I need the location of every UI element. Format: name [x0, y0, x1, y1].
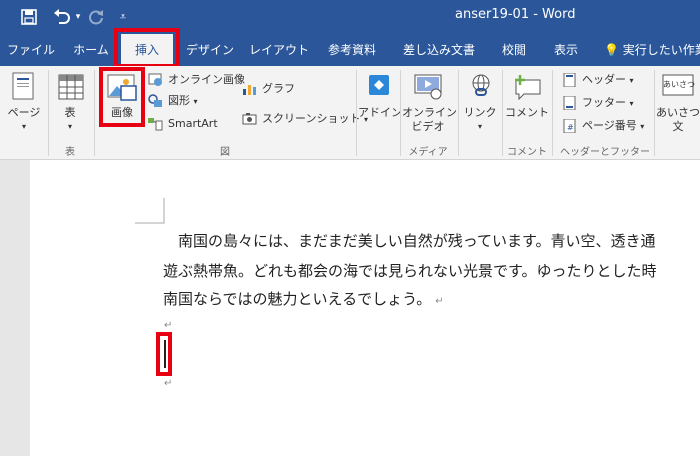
table-icon[interactable] [58, 74, 84, 104]
pages-icon[interactable] [12, 72, 34, 104]
undo-dropdown-icon[interactable]: ▾ [72, 6, 84, 28]
addin-icon[interactable] [368, 74, 390, 100]
greeting-label-1[interactable]: あいさつ [656, 106, 700, 120]
footer-label: フッター [582, 96, 626, 109]
document-line-1[interactable]: 南国の島々には、まだまだ美しい自然が残っています。青い空、透き通 [163, 230, 655, 251]
document-area[interactable]: 南国の島々には、まだまだ美しい自然が残っています。青い空、透き通 遊ぶ熱帯魚。ど… [0, 160, 700, 456]
tab-design[interactable]: デザイン [180, 34, 240, 66]
footer-icon [563, 96, 576, 110]
paragraph-mark: ↵ [164, 378, 173, 389]
online-picture-label: オンライン画像 [168, 73, 245, 86]
link-dropdown-icon[interactable]: ▾ [460, 120, 500, 134]
group-label-table: 表 [65, 147, 75, 158]
margin-corner-mark [135, 198, 165, 224]
separator [48, 70, 49, 156]
document-line-3-text: 南国ならではの魅力といえるでしょう。 [163, 290, 432, 308]
greeting-label-2[interactable]: 文 [656, 120, 700, 134]
chart-icon [243, 85, 256, 95]
separator [502, 70, 503, 156]
group-label-comments: コメント [507, 147, 547, 158]
tab-file[interactable]: ファイル [6, 34, 56, 66]
separator [458, 70, 459, 156]
greeting-icon-text: あいさつ [663, 80, 695, 89]
online-video-label-2[interactable]: ビデオ [402, 120, 454, 134]
tab-home[interactable]: ホーム [66, 34, 116, 66]
online-video-label-1[interactable]: オンライン [402, 106, 457, 120]
smartart-label: SmartArt [168, 117, 218, 130]
tab-view[interactable]: 表示 [546, 34, 586, 66]
link-icon[interactable] [470, 74, 492, 102]
separator [356, 70, 357, 156]
tab-insert[interactable]: 挿入 [121, 34, 173, 66]
page-number-dropdown-icon: ▾ [640, 122, 645, 131]
comment-button[interactable]: コメント [504, 106, 550, 120]
comment-icon[interactable] [512, 74, 542, 104]
screenshot-icon [242, 113, 257, 125]
screenshot-button[interactable]: スクリーンショット ▾ [242, 110, 368, 128]
redo-icon[interactable] [86, 6, 106, 28]
table-button[interactable]: 表 [52, 106, 88, 120]
group-label-illustrations: 図 [220, 147, 230, 158]
separator [94, 70, 95, 156]
online-picture-icon [148, 73, 162, 86]
picture-icon[interactable] [107, 74, 137, 106]
addin-button[interactable]: アドイン [358, 106, 402, 120]
tab-references[interactable]: 参考資料 [320, 34, 384, 66]
paragraph-mark: ↵ [164, 320, 173, 331]
page-number-icon: # [563, 119, 576, 133]
table-dropdown-icon[interactable]: ▾ [52, 120, 88, 134]
pages-button[interactable]: ページ [4, 106, 44, 120]
shapes-icon [148, 94, 162, 107]
footer-button[interactable]: フッター ▾ [562, 94, 634, 112]
smartart-icon [148, 118, 163, 131]
separator [654, 70, 655, 156]
undo-icon[interactable] [50, 6, 74, 28]
customize-qat-icon[interactable]: ⩡ [116, 6, 130, 28]
window-title: anser19-01 - Word [455, 7, 576, 22]
group-label-media: メディア [408, 147, 448, 158]
shapes-label: 図形 [168, 94, 190, 107]
header-dropdown-icon: ▾ [629, 76, 634, 85]
tab-review[interactable]: 校閲 [494, 34, 534, 66]
header-button[interactable]: ヘッダー ▾ [562, 71, 634, 89]
tab-mailings[interactable]: 差し込み文書 [394, 34, 484, 66]
ribbon-insert: ページ ▾ 表 ▾ 表 画像 オンライン画像 図形 ▾ SmartArt グラフ… [0, 66, 700, 160]
smartart-button[interactable]: SmartArt [148, 115, 218, 133]
ribbon-tabs: ファイル ホーム 挿入 デザイン レイアウト 参考資料 差し込み文書 校閲 表示… [0, 34, 700, 66]
tell-me-label: 実行したい作業 [622, 43, 700, 57]
online-video-icon[interactable] [414, 74, 442, 104]
document-line-3[interactable]: 南国ならではの魅力といえるでしょう。 ↵ [163, 288, 444, 309]
tab-layout[interactable]: レイアウト [246, 34, 312, 66]
paragraph-mark: ↵ [435, 296, 444, 307]
header-icon [563, 73, 576, 87]
online-picture-button[interactable]: オンライン画像 [148, 71, 245, 89]
tell-me-box[interactable]: 💡 実行したい作業 [604, 34, 700, 66]
text-cursor [164, 340, 166, 368]
link-button[interactable]: リンク [460, 106, 500, 120]
document-line-2[interactable]: 遊ぶ熱帯魚。どれも都会の海では見られない光景です。ゆったりとした時 [163, 260, 657, 281]
shapes-dropdown-icon: ▾ [193, 97, 198, 106]
separator [552, 70, 553, 156]
header-label: ヘッダー [582, 73, 626, 86]
chart-label: グラフ [262, 82, 295, 95]
shapes-button[interactable]: 図形 ▾ [148, 92, 198, 110]
page-number-label: ページ番号 [582, 119, 637, 132]
page-number-button[interactable]: # ページ番号 ▾ [562, 117, 644, 135]
lightbulb-icon: 💡 [604, 43, 619, 57]
screenshot-label: スクリーンショット [262, 112, 361, 125]
picture-button[interactable]: 画像 [104, 106, 140, 120]
group-label-header-footer: ヘッダーとフッター [560, 147, 650, 158]
separator [400, 70, 401, 156]
chart-button[interactable]: グラフ [242, 80, 295, 98]
svg-text:#: # [567, 123, 574, 132]
title-bar: ▾ ⩡ anser19-01 - Word [0, 0, 700, 34]
pages-dropdown-icon[interactable]: ▾ [4, 120, 44, 134]
footer-dropdown-icon: ▾ [629, 99, 634, 108]
save-icon[interactable] [18, 6, 40, 28]
